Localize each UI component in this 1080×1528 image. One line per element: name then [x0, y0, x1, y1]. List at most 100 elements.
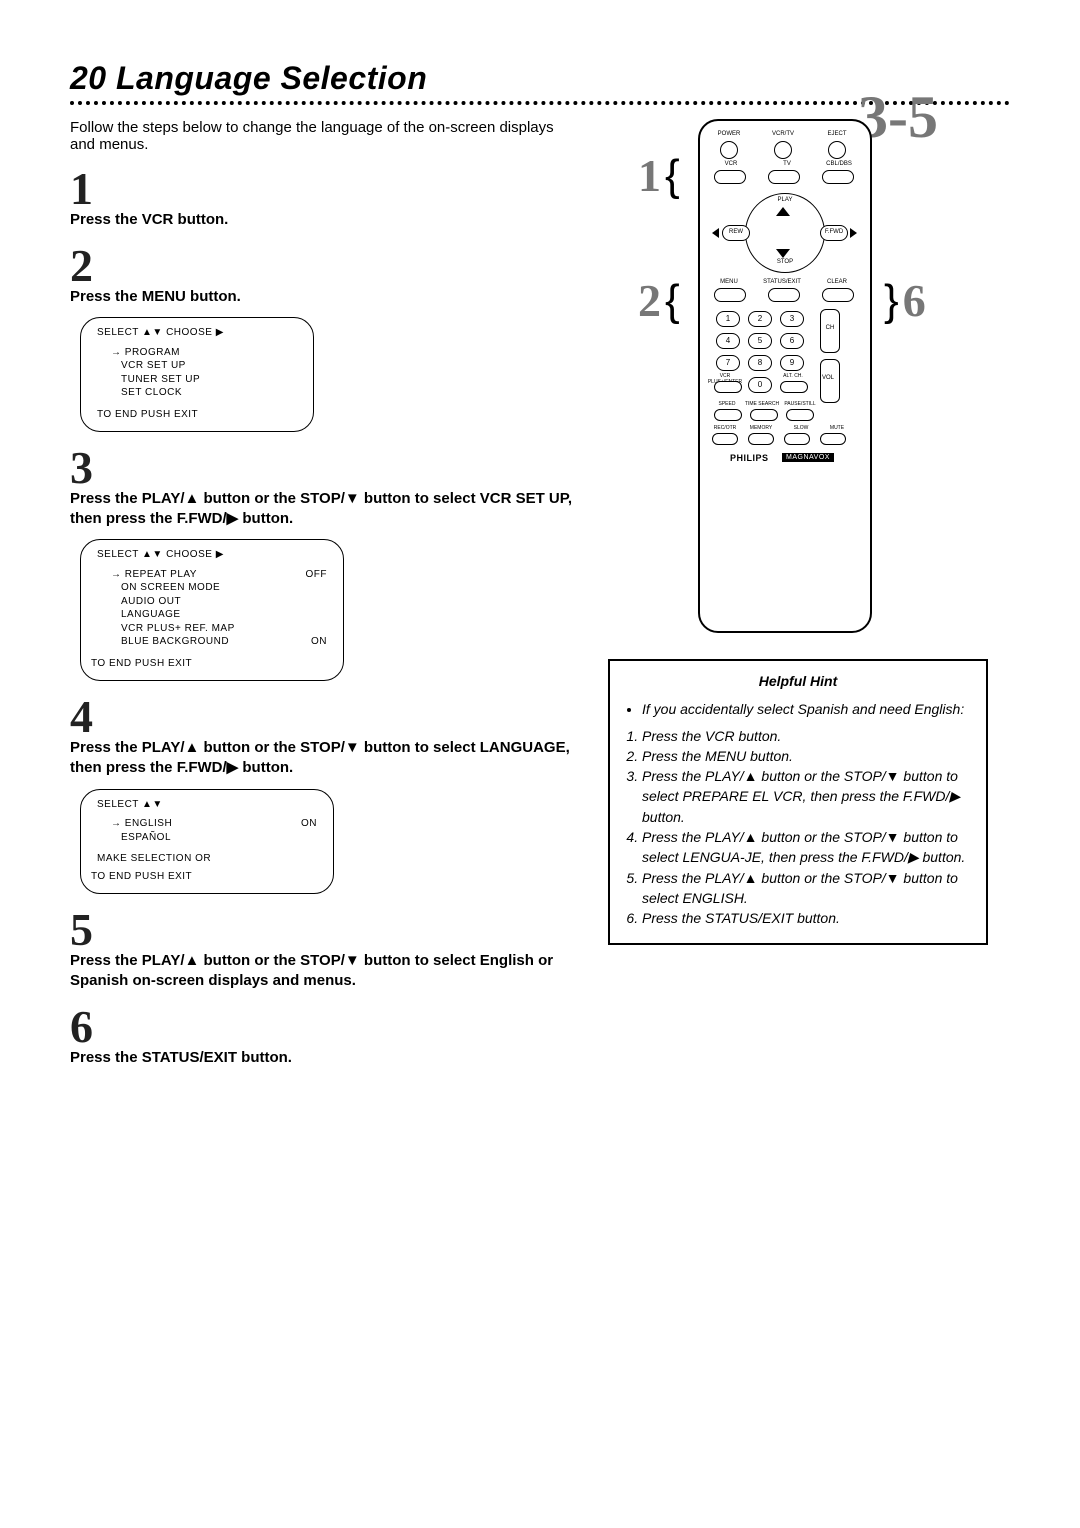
num-2[interactable]: 2 [748, 311, 772, 327]
memory-button[interactable] [748, 433, 774, 445]
osd3-foot1: MAKE SELECTION OR [97, 852, 317, 866]
num-5[interactable]: 5 [748, 333, 772, 349]
step-5-number: 5 [70, 912, 580, 949]
step-4-text: Press the PLAY/▲ button or the STOP/▼ bu… [70, 738, 580, 779]
speed-button[interactable] [714, 409, 742, 421]
osd3-head: SELECT ▲▼ [97, 798, 317, 812]
timesearch-button[interactable] [750, 409, 778, 421]
osd2-i5: VCR PLUS+ REF. MAP [121, 622, 327, 636]
lbl-play: PLAY [770, 197, 800, 203]
num-8[interactable]: 8 [748, 355, 772, 371]
lbl-pausestill: PAUSE/STILL [782, 401, 818, 407]
callout-1-brace-icon: { [665, 154, 680, 198]
tv-button[interactable] [768, 170, 800, 184]
lbl-ch: CH [815, 325, 845, 331]
altch-button[interactable] [780, 381, 808, 393]
osd2-v1: OFF [306, 568, 328, 582]
osd1-i2: VCR SET UP [121, 359, 297, 373]
play-up-icon[interactable] [776, 207, 790, 216]
osd1-i1: → PROGRAM [111, 346, 297, 360]
callout-6-num: 6 [903, 274, 926, 327]
helpful-hint: Helpful Hint If you accidentally select … [608, 659, 988, 945]
lbl-altch: ALT. CH. [778, 373, 808, 379]
recotr-button[interactable] [712, 433, 738, 445]
hint-3: Press the PLAY/▲ button or the STOP/▼ bu… [642, 766, 972, 827]
vcrplus-enter-button[interactable] [714, 381, 742, 393]
intro: Follow the steps below to change the lan… [70, 119, 570, 153]
mute-button[interactable] [820, 433, 846, 445]
callout-1-num: 1 [638, 149, 661, 202]
step-3-text: Press the PLAY/▲ button or the STOP/▼ bu… [70, 489, 580, 530]
osd3-i2: ESPAÑOL [121, 831, 317, 845]
lbl-clear: CLEAR [822, 279, 852, 285]
callout-1: 1 { [638, 149, 680, 202]
num-3[interactable]: 3 [780, 311, 804, 327]
vol-rocker[interactable] [820, 359, 840, 403]
brand-philips: PHILIPS [730, 453, 769, 463]
callout-6: } 6 [884, 274, 926, 327]
page-number: 20 [70, 60, 107, 96]
status-exit-button[interactable] [768, 288, 800, 302]
step-3-number: 3 [70, 450, 580, 487]
ch-rocker[interactable] [820, 309, 840, 353]
page-title-text: Language Selection [116, 60, 427, 96]
step-6-number: 6 [70, 1009, 580, 1046]
right-column: 3-5 1 { 2 { } 6 POWER VCR/TV EJECT [608, 119, 988, 1079]
lbl-cbldbs: CBL/DBS [822, 161, 856, 167]
hint-2: Press the MENU button. [642, 746, 972, 766]
num-7[interactable]: 7 [716, 355, 740, 371]
osd2-i1: → REPEAT PLAY [111, 568, 197, 582]
lbl-tv: TV [772, 161, 802, 167]
osd3-v1: ON [301, 817, 317, 831]
lbl-menu: MENU [714, 279, 744, 285]
hint-1: Press the VCR button. [642, 726, 972, 746]
lbl-mute: MUTE [822, 425, 852, 431]
cbldbs-button[interactable] [822, 170, 854, 184]
slow-button[interactable] [784, 433, 810, 445]
remote-control: POWER VCR/TV EJECT VCR TV CBL/DBS PLAY S… [698, 119, 872, 633]
lbl-eject: EJECT [822, 131, 852, 137]
num-6[interactable]: 6 [780, 333, 804, 349]
vcr-button[interactable] [714, 170, 746, 184]
num-4[interactable]: 4 [716, 333, 740, 349]
ffwd-button[interactable]: F.FWD [820, 225, 848, 241]
power-button[interactable] [720, 141, 738, 159]
step-2-number: 2 [70, 248, 580, 285]
step-4-number: 4 [70, 699, 580, 736]
hint-lead: If you accidentally select Spanish and n… [642, 699, 972, 719]
osd1-i3: TUNER SET UP [121, 373, 297, 387]
vcrtv-button[interactable] [774, 141, 792, 159]
lbl-vol: VOL [813, 375, 843, 381]
osd2-i3: AUDIO OUT [121, 595, 327, 609]
helpful-hint-title: Helpful Hint [624, 671, 972, 691]
hint-6: Press the STATUS/EXIT button. [642, 908, 972, 928]
osd2-i2: ON SCREEN MODE [121, 581, 327, 595]
pausestill-button[interactable] [786, 409, 814, 421]
stop-down-icon[interactable] [776, 249, 790, 258]
num-9[interactable]: 9 [780, 355, 804, 371]
rew-left-icon [712, 228, 719, 238]
osd2-i6: BLUE BACKGROUND [121, 635, 229, 649]
eject-button[interactable] [828, 141, 846, 159]
num-1[interactable]: 1 [716, 311, 740, 327]
lbl-slow: SLOW [786, 425, 816, 431]
osd-menu-3: SELECT ▲▼ → ENGLISH ON ESPAÑOL MAKE SELEC… [80, 789, 334, 895]
osd1-i4: SET CLOCK [121, 386, 297, 400]
num-0[interactable]: 0 [748, 377, 772, 393]
step-5-text: Press the PLAY/▲ button or the STOP/▼ bu… [70, 951, 580, 992]
left-column: Follow the steps below to change the lan… [70, 119, 580, 1079]
osd3-foot2: TO END PUSH EXIT [91, 870, 317, 884]
menu-button[interactable] [714, 288, 746, 302]
rew-button[interactable]: REW [722, 225, 750, 241]
hint-4: Press the PLAY/▲ button or the STOP/▼ bu… [642, 827, 972, 868]
lbl-vcrtv: VCR/TV [768, 131, 798, 137]
lbl-memory: MEMORY [746, 425, 776, 431]
osd1-head: SELECT ▲▼ CHOOSE ▶ [97, 326, 297, 340]
brand-magnavox: MAGNAVOX [782, 453, 834, 462]
lbl-statusexit: STATUS/EXIT [758, 279, 806, 285]
osd3-i1: → ENGLISH [111, 817, 172, 831]
osd2-i4: LANGUAGE [121, 608, 327, 622]
callout-6-brace-icon: } [884, 279, 899, 323]
clear-button[interactable] [822, 288, 854, 302]
osd-menu-1: SELECT ▲▼ CHOOSE ▶ → PROGRAM VCR SET UP … [80, 317, 314, 432]
